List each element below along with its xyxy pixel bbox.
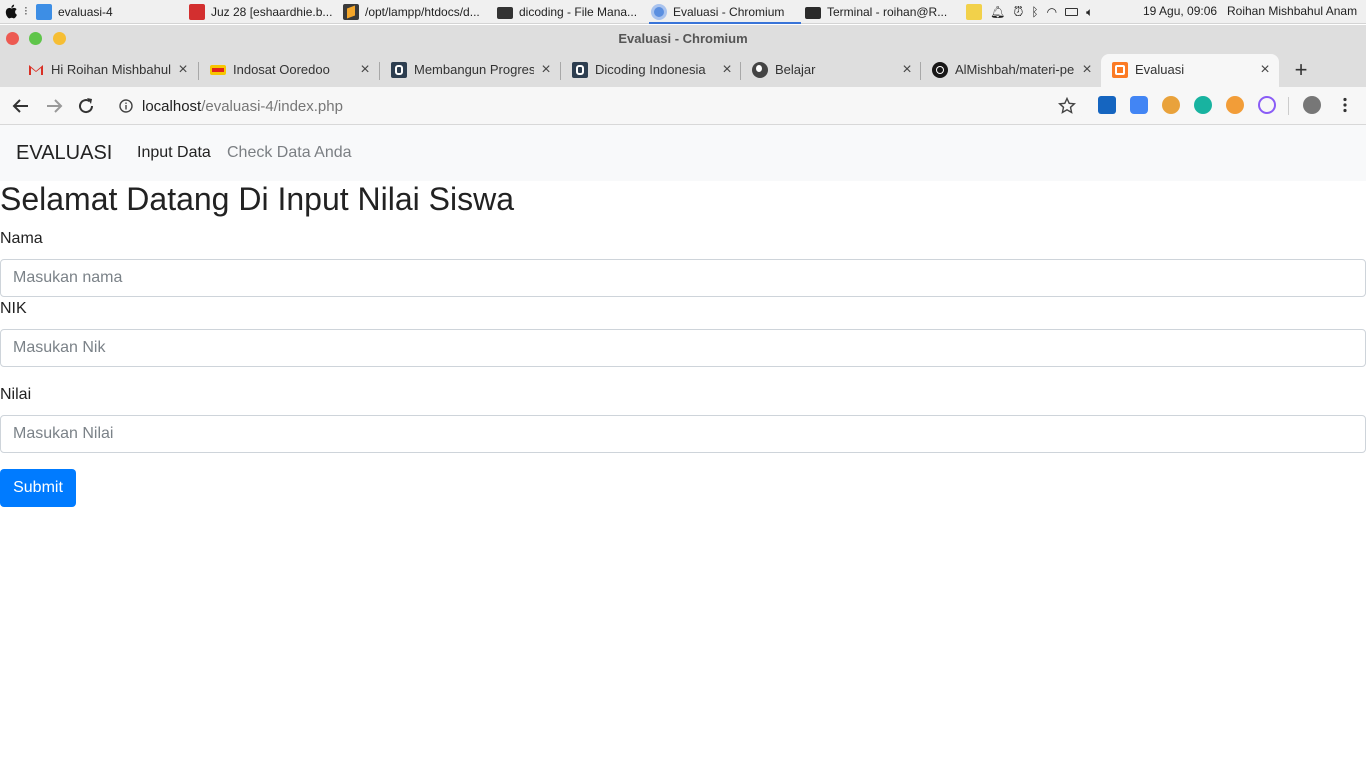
taskbar-item-chromium[interactable]: Evaluasi - Chromium	[649, 0, 801, 24]
site-navbar: EVALUASI Input Data Check Data Anda	[0, 125, 1366, 181]
google-translate-icon[interactable]	[1130, 96, 1148, 114]
tab-title: Evaluasi	[1135, 62, 1185, 77]
extension-user-check-icon[interactable]	[1226, 96, 1244, 114]
close-tab-icon[interactable]: ×	[538, 62, 554, 78]
taskbar-item-file-manager[interactable]: dicoding - File Mana...	[497, 0, 645, 24]
toolbar-divider	[1288, 97, 1289, 115]
taskbar-label: Evaluasi - Chromium	[673, 5, 785, 19]
nilai-input[interactable]	[0, 415, 1366, 453]
dicoding-icon	[572, 62, 588, 78]
page-content: EVALUASI Input Data Check Data Anda Sela…	[0, 125, 1366, 768]
gmail-icon	[28, 62, 44, 78]
tab-gmail[interactable]: Hi Roihan Mishbahul ×	[17, 54, 197, 87]
close-tab-icon[interactable]: ×	[175, 62, 191, 78]
tab-strip: Hi Roihan Mishbahul × Indosat Ooredoo × …	[0, 53, 1366, 87]
dicoding-icon	[391, 62, 407, 78]
tab-dicoding-indonesia[interactable]: Dicoding Indonesia ×	[561, 54, 741, 87]
notification-bell-icon[interactable]: 🔔︎	[990, 5, 1005, 19]
wifi-icon[interactable]: ◠	[1047, 5, 1057, 19]
tab-title: AlMishbah/materi-pe	[955, 62, 1075, 77]
window-titlebar: Evaluasi - Chromium	[0, 25, 1366, 53]
url-host: localhost	[142, 98, 202, 115]
os-top-panel: ⁝ evaluasi-4 Juz 28 [eshaardhie.b... /op…	[0, 0, 1366, 24]
close-tab-icon[interactable]: ×	[357, 62, 373, 78]
bookmark-star-icon[interactable]	[1058, 97, 1076, 115]
taskbar-item-terminal[interactable]: Terminal - roihan@R...	[805, 0, 957, 24]
nav-link-input-data[interactable]: Input Data	[137, 144, 211, 162]
chromium-icon	[651, 4, 667, 20]
panel-separator: ⁝	[24, 4, 28, 18]
workspace-button[interactable]: evaluasi-4	[36, 0, 113, 24]
taskbar-label: Juz 28 [eshaardhie.b...	[211, 5, 333, 19]
nik-label: NIK	[0, 300, 27, 317]
window-title: Evaluasi - Chromium	[618, 31, 748, 46]
extension-eyes-icon[interactable]	[1162, 96, 1180, 114]
github-icon	[932, 62, 948, 78]
tab-title: Belajar	[775, 62, 816, 77]
youtube-icon	[189, 4, 205, 20]
navbar-brand[interactable]: EVALUASI	[16, 142, 112, 165]
close-tab-icon[interactable]: ×	[1257, 62, 1273, 78]
new-tab-button[interactable]: +	[1290, 59, 1312, 81]
reload-icon[interactable]	[75, 95, 97, 117]
close-tab-icon[interactable]: ×	[719, 62, 735, 78]
tab-evaluasi[interactable]: Evaluasi ×	[1101, 54, 1279, 87]
nama-label: Nama	[0, 230, 43, 247]
taskbar-item-sublime[interactable]: /opt/lampp/htdocs/d...	[343, 0, 493, 24]
tab-title: Dicoding Indonesia	[595, 62, 706, 77]
tab-indosat[interactable]: Indosat Ooredoo ×	[199, 54, 379, 87]
tab-title: Membangun Progressive	[414, 62, 534, 77]
nik-input[interactable]	[0, 329, 1366, 367]
close-tab-icon[interactable]: ×	[899, 62, 915, 78]
tab-title: Hi Roihan Mishbahul	[51, 62, 171, 77]
notes-icon[interactable]	[966, 4, 982, 20]
nilai-label: Nilai	[0, 386, 32, 403]
tab-title: Indosat Ooredoo	[233, 62, 330, 77]
workspace-label: evaluasi-4	[58, 5, 113, 19]
close-tab-icon[interactable]: ×	[1079, 62, 1095, 78]
avatar[interactable]	[1303, 96, 1321, 114]
extension-toolbox-icon[interactable]	[1098, 96, 1116, 114]
nama-input[interactable]	[0, 259, 1366, 297]
back-icon[interactable]	[10, 95, 32, 117]
sublime-text-icon	[343, 4, 359, 20]
site-info-icon[interactable]	[119, 99, 133, 113]
taskbar-label: /opt/lampp/htdocs/d...	[365, 5, 480, 19]
nav-link-check-data[interactable]: Check Data Anda	[227, 144, 352, 162]
taskbar-label: Terminal - roihan@R...	[827, 5, 948, 19]
user-menu[interactable]: Roihan Mishbahul Anam	[1227, 4, 1357, 18]
tab-github[interactable]: AlMishbah/materi-pe ×	[921, 54, 1101, 87]
bluetooth-icon[interactable]: ᛒ	[1031, 5, 1038, 19]
more-menu-icon[interactable]	[1336, 96, 1354, 114]
taskbar-item-youtube[interactable]: Juz 28 [eshaardhie.b...	[189, 0, 339, 24]
alarm-icon[interactable]: ⏰︎	[1013, 4, 1023, 20]
taskbar-label: dicoding - File Mana...	[519, 5, 638, 19]
terminal-icon	[805, 7, 821, 19]
indosat-icon	[210, 65, 226, 75]
folder-icon	[36, 4, 52, 20]
address-bar[interactable]: localhost/evaluasi-4/index.php	[110, 91, 1086, 121]
apple-menu-icon[interactable]	[4, 4, 18, 19]
system-tray: 🔔︎ ⏰︎ ᛒ ◠ 🔈︎	[966, 0, 1093, 24]
submit-button[interactable]: Submit	[0, 469, 76, 507]
forward-icon[interactable]	[43, 95, 65, 117]
battery-icon[interactable]	[1065, 8, 1079, 16]
extension-circle-icon[interactable]	[1258, 96, 1276, 114]
url-text[interactable]: localhost/evaluasi-4/index.php	[142, 98, 343, 115]
folder-icon	[497, 7, 513, 19]
clock[interactable]: 19 Agu, 09:06	[1143, 4, 1217, 18]
xampp-icon	[1112, 62, 1128, 78]
url-path: /evaluasi-4/index.php	[201, 98, 343, 115]
tab-belajar[interactable]: Belajar ×	[741, 54, 921, 87]
volume-icon[interactable]: 🔈︎	[1086, 5, 1093, 20]
extension-m-icon[interactable]	[1194, 96, 1212, 114]
page-title: Selamat Datang Di Input Nilai Siswa	[0, 181, 515, 217]
tab-membangun-progressive[interactable]: Membangun Progressive ×	[380, 54, 560, 87]
globe-icon	[752, 62, 768, 78]
browser-toolbar: localhost/evaluasi-4/index.php	[0, 87, 1366, 125]
